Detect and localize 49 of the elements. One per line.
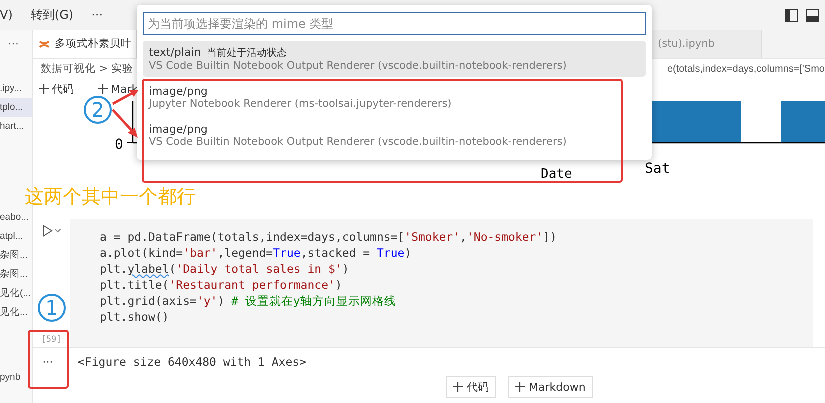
axis-tick-label: Sat <box>645 161 670 177</box>
code-line: a.plot(kind='bar',legend=True,stacked = True) <box>100 245 413 261</box>
play-icon <box>42 225 52 237</box>
editor-tab[interactable]: 多项式朴素贝叶 <box>33 30 137 58</box>
code-line: a = pd.DataFrame(totals,index=days,columns=['Smoker','No-smoker']) <box>100 229 558 245</box>
step-number: 2 <box>84 96 112 124</box>
menu-item[interactable]: V) <box>0 8 13 22</box>
panel-layout-icon[interactable] <box>806 8 819 22</box>
search-field[interactable]: 为当前项选择要渲染的 mime 类型 <box>143 12 646 35</box>
plus-icon <box>98 84 108 94</box>
execution-count: [59] <box>40 335 63 345</box>
file-item[interactable]: pynb <box>0 368 32 387</box>
code-editor[interactable] <box>70 219 813 347</box>
file-item[interactable]: 杂图... <box>0 246 32 265</box>
file-item[interactable]: eabo... <box>0 208 32 227</box>
sidebar-layout-icon[interactable] <box>785 8 798 22</box>
add-cell-button[interactable]: Markdown <box>508 376 593 398</box>
plus-icon <box>453 382 463 392</box>
menu-item[interactable]: ··· <box>92 8 104 22</box>
add-cell-button[interactable]: 代码 <box>39 82 74 96</box>
output-more-button[interactable]: ··· <box>33 356 63 368</box>
file-item[interactable]: .ipy... <box>0 79 32 98</box>
sticky-code-line: e(totals,index=days,columns=['Smo <box>667 64 825 74</box>
highlight-frame <box>28 330 69 389</box>
plus-icon <box>515 382 525 392</box>
breadcrumb[interactable]: 数据可视化 > 实验 <box>41 62 134 76</box>
file-item[interactable]: atpl... <box>0 227 32 246</box>
renderer-option[interactable]: text/plain 当前处于活动状态 VS Code Builtin Notebook Output Renderer (vscode.builtin-notebook-renderers) <box>143 41 646 77</box>
more-menu[interactable]: ··· <box>0 30 32 58</box>
annotation-note: 这两个其中一个都行 <box>25 185 196 210</box>
code-line: plt.show() <box>100 309 170 325</box>
run-cell-button[interactable] <box>42 225 60 237</box>
chevron-down-icon <box>54 229 60 233</box>
code-line: plt.title('Restaurant performance') <box>100 277 344 293</box>
file-item[interactable]: 杂图... <box>0 265 32 284</box>
file-item[interactable]: tplo... <box>0 98 32 117</box>
cell-output: <Figure size 640x480 with 1 Axes> <box>78 355 306 369</box>
file-item[interactable]: hart... <box>0 117 32 136</box>
file-item[interactable]: 见化... <box>0 303 32 322</box>
code-line: plt.grid(axis='y') # 设置就在y轴方向显示网格线 <box>100 293 398 309</box>
code-line: plt.ylabel('Daily total sales in $') <box>100 261 350 277</box>
plus-icon <box>39 84 49 94</box>
step-number: 1 <box>38 294 66 322</box>
axis-tick-label: 0 <box>115 137 124 153</box>
add-cell-button[interactable]: 代码 <box>446 376 496 398</box>
axis-label: Date <box>541 167 572 182</box>
file-item[interactable]: 见化(... <box>0 284 32 303</box>
menu-item[interactable]: 转到(G) <box>30 6 74 24</box>
notebook-icon <box>39 38 50 50</box>
